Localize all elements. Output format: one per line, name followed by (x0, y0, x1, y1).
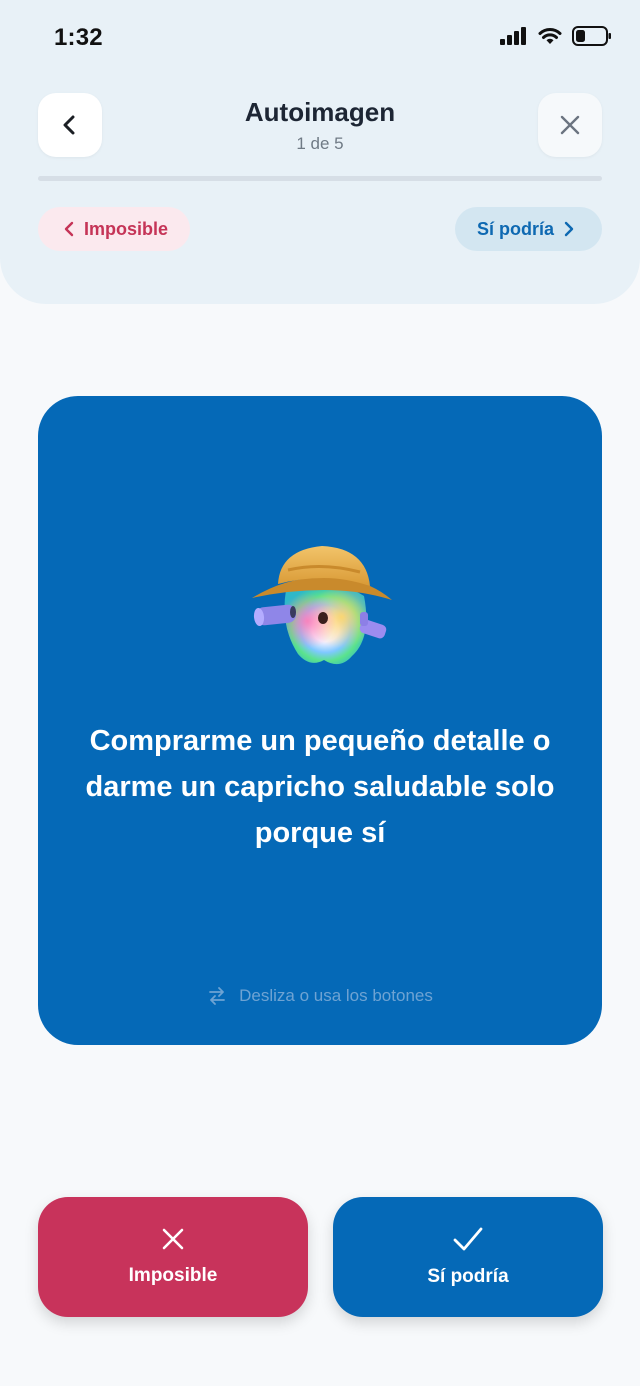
status-icons (500, 26, 612, 46)
swipe-right-label: Sí podría (476, 218, 554, 239)
impossible-button[interactable]: Imposible (38, 1197, 308, 1317)
impossible-button-label: Imposible (128, 1265, 218, 1286)
statement-text: Comprarme un pequeño detalle o darme un … (85, 725, 555, 849)
chevron-left-icon (64, 221, 74, 237)
close-icon (162, 1228, 184, 1250)
close-icon (560, 115, 580, 135)
swipe-instruction: Desliza o usa los botones (38, 986, 602, 1006)
swipe-left-label: Imposible (84, 218, 169, 239)
explorer-mascot-icon (252, 546, 392, 665)
checkmark-icon (453, 1227, 483, 1251)
swipe-instruction-label: Desliza o usa los botones (239, 986, 433, 1005)
statement-card[interactable]: Comprarme un pequeño detalle o darme un … (38, 396, 602, 1045)
could-do-button[interactable]: Sí podría (333, 1197, 603, 1317)
could-do-button-label: Sí podría (427, 1266, 509, 1287)
progress-bar (38, 176, 602, 181)
swipe-right-hint[interactable]: Sí podría (454, 207, 602, 251)
swap-arrows-icon (209, 987, 226, 1005)
chevron-right-icon (564, 221, 574, 237)
status-time: 1:32 (54, 24, 103, 51)
signal-icon (500, 27, 526, 45)
battery-icon (572, 26, 611, 46)
swipe-left-hint[interactable]: Imposible (38, 207, 191, 251)
wifi-icon (538, 28, 562, 44)
header-panel: 1:32 Autoimagen 1 de 5 Imposible Sí podr… (0, 0, 640, 304)
close-button[interactable] (538, 93, 602, 157)
